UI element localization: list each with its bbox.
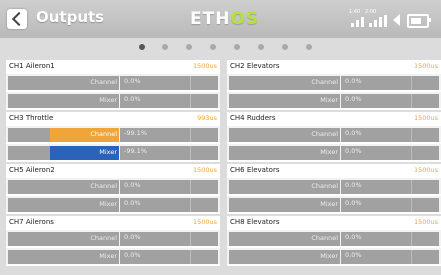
channel-panel-ch2[interactable]: CH2 Elevators 1500us Channel 0.0% Mixer 0.0… <box>227 60 441 110</box>
mixer-label: Mixer <box>99 148 117 156</box>
mixer-label: Mixer <box>99 96 117 104</box>
mixer-value: 0.0% <box>124 199 141 207</box>
channel-label: Channel <box>90 130 117 138</box>
page-title: Outputs <box>36 8 105 26</box>
mixer-value: 0.0% <box>345 199 362 207</box>
mixer-value: 0.0% <box>124 95 141 103</box>
channel-panel-ch8[interactable]: CH8 Elevators 1500us Channel 0.0% Mixer 0.0… <box>227 216 441 266</box>
mixer-label: Mixer <box>320 96 338 104</box>
channel-label: Channel <box>311 182 338 190</box>
channel-pulse-value: 993us <box>197 114 217 122</box>
channel-name: CH2 Elevators <box>230 62 280 70</box>
page-dot[interactable] <box>210 44 216 50</box>
speaker-icon <box>393 14 400 26</box>
mixer-value: 0.0% <box>345 251 362 259</box>
channel-panel-ch5[interactable]: CH5 Aileron2 1500us Channel 0.0% Mixer 0.0% <box>6 164 220 214</box>
page-dot[interactable] <box>139 44 145 50</box>
channel-panel-ch1[interactable]: CH1 Aileron1 1500us Channel 0.0% Mixer 0.0% <box>6 60 220 110</box>
channel-name: CH4 Rudders <box>230 114 276 122</box>
status-area: 1:40 2:00 <box>349 9 433 30</box>
mixer-value: -99.1% <box>124 147 147 155</box>
mixer-label: Mixer <box>320 200 338 208</box>
channel-value: 0.0% <box>345 233 362 241</box>
page-dot[interactable] <box>162 44 168 50</box>
channel-name: CH7 Ailerons <box>9 218 54 226</box>
mixer-label: Mixer <box>99 200 117 208</box>
mixer-label: Mixer <box>320 252 338 260</box>
page-dot[interactable] <box>258 44 264 50</box>
page-dot[interactable] <box>306 44 312 50</box>
back-button[interactable] <box>7 9 27 29</box>
channel-label: Channel <box>90 182 117 190</box>
mixer-value: 0.0% <box>124 251 141 259</box>
ethos-logo: ETHOS <box>190 9 260 29</box>
page-dot[interactable] <box>186 44 192 50</box>
page-indicator[interactable] <box>0 40 441 54</box>
page-dot[interactable] <box>282 44 288 50</box>
mixer-label: Mixer <box>320 148 338 156</box>
channel-label: Channel <box>311 234 338 242</box>
top-bar: Outputs ETHOS 1:40 2:00 <box>0 0 441 38</box>
battery-icon <box>407 14 429 28</box>
page-dot[interactable] <box>234 44 240 50</box>
channel-value: 0.0% <box>345 181 362 189</box>
channel-value: 0.0% <box>124 77 141 85</box>
channel-pulse-value: 1500us <box>192 218 217 226</box>
channel-label: Channel <box>311 130 338 138</box>
channel-value: -99.1% <box>124 129 147 137</box>
mixer-value: 0.0% <box>345 95 362 103</box>
channel-label: Channel <box>311 78 338 86</box>
channel-pulse-value: 1500us <box>413 114 438 122</box>
channel-name: CH1 Aileron1 <box>9 62 55 70</box>
channel-value: 0.0% <box>124 181 141 189</box>
channel-value: 0.0% <box>345 129 362 137</box>
channel-value: 0.0% <box>345 77 362 85</box>
channel-panel-ch3[interactable]: CH3 Throttle 993us Channel -99.1% Mixer -99… <box>6 112 220 162</box>
channel-panel-ch7[interactable]: CH7 Ailerons 1500us Channel 0.0% Mixer 0.0% <box>6 216 220 266</box>
channel-panel-ch6[interactable]: CH6 Elevators 1500us Channel 0.0% Mixer 0.0… <box>227 164 441 214</box>
channel-pulse-value: 1500us <box>413 218 438 226</box>
channel-pulse-value: 1500us <box>413 166 438 174</box>
channel-name: CH8 Elevators <box>230 218 280 226</box>
status-small-label: 1:40 <box>349 9 361 15</box>
channel-name: CH3 Throttle <box>9 114 54 122</box>
mixer-label: Mixer <box>99 252 117 260</box>
channel-name: CH5 Aileron2 <box>9 166 55 174</box>
mixer-value: 0.0% <box>345 147 362 155</box>
channel-panel-ch4[interactable]: CH4 Rudders 1500us Channel 0.0% Mixer 0.0% <box>227 112 441 162</box>
channel-label: Channel <box>90 234 117 242</box>
channel-value: 0.0% <box>124 233 141 241</box>
status-small-label: 2:00 <box>365 9 377 15</box>
channel-pulse-value: 1500us <box>413 62 438 70</box>
channel-pulse-value: 1500us <box>192 166 217 174</box>
channel-label: Channel <box>90 78 117 86</box>
channel-name: CH6 Elevators <box>230 166 280 174</box>
channel-pulse-value: 1500us <box>192 62 217 70</box>
